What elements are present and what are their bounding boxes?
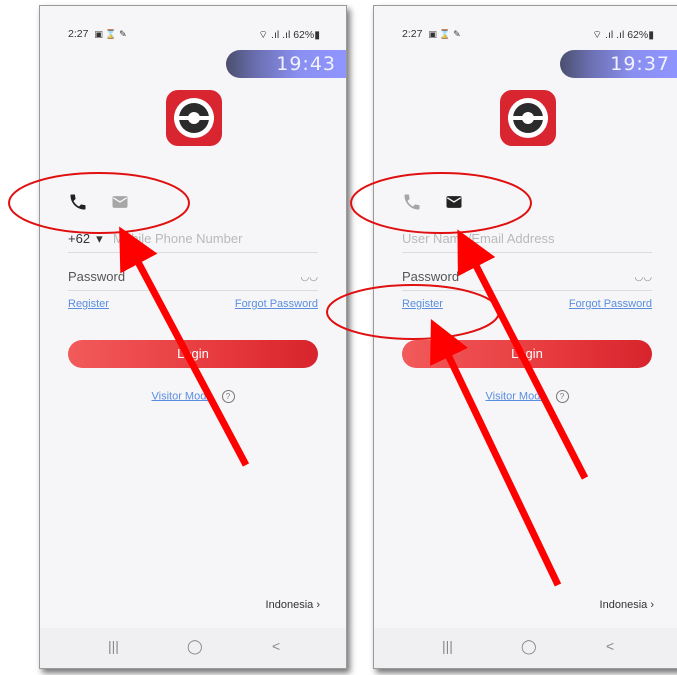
signal-icon: ⌔ .ıl .ıl — [258, 29, 294, 41]
mail-icon[interactable] — [444, 192, 464, 212]
password-field[interactable]: Password ◡◡ — [68, 264, 318, 291]
help-icon[interactable]: ? — [221, 390, 235, 403]
register-link[interactable]: Register — [402, 298, 443, 310]
status-time: 2:27 — [402, 28, 423, 40]
back-button[interactable]: < — [606, 638, 614, 654]
phone-icon[interactable] — [402, 192, 422, 212]
login-button[interactable]: Login — [402, 340, 652, 368]
forgot-password-link[interactable]: Forgot Password — [235, 298, 318, 310]
country-code[interactable]: +62 — [68, 231, 90, 246]
eye-closed-icon[interactable]: ◡◡ — [301, 272, 318, 283]
username-input[interactable]: User Name/Email Address — [402, 231, 554, 246]
status-bar-left: 2:27 ▣ ⌛ ✎ — [68, 28, 127, 40]
battery-percent: 62% — [627, 29, 649, 41]
notification-icons: ▣ ⌛ ✎ — [94, 29, 127, 39]
chevron-right-icon: › — [650, 599, 654, 611]
region-selector[interactable]: Indonesia › — [266, 599, 320, 611]
visitor-mode[interactable]: Visitor Mode ? — [374, 390, 677, 403]
recent-apps-button[interactable]: ||| — [442, 638, 453, 654]
notification-icons: ▣ ⌛ ✎ — [428, 29, 461, 39]
home-button[interactable]: ◯ — [521, 638, 537, 655]
forgot-password-link[interactable]: Forgot Password — [569, 298, 652, 310]
region-label: Indonesia — [599, 599, 648, 611]
status-time: 2:27 — [68, 28, 89, 40]
recent-apps-button[interactable]: ||| — [108, 638, 119, 654]
chevron-right-icon: › — [316, 599, 320, 611]
register-link[interactable]: Register — [68, 298, 109, 310]
home-button[interactable]: ◯ — [187, 638, 203, 655]
username-field[interactable]: User Name/Email Address — [402, 226, 652, 253]
password-input[interactable]: Password — [68, 269, 125, 284]
system-navbar: ||| ◯ < — [374, 628, 677, 668]
eye-closed-icon[interactable]: ◡◡ — [635, 272, 652, 283]
battery-percent: 62% — [293, 29, 315, 41]
phone-number-field[interactable]: +62 ▾ Mobile Phone Number — [68, 226, 318, 253]
status-bar-right: 2:27 ▣ ⌛ ✎ — [402, 28, 461, 40]
region-selector[interactable]: Indonesia › — [600, 599, 654, 611]
region-label: Indonesia — [265, 599, 314, 611]
help-icon[interactable]: ? — [555, 390, 569, 403]
app-logo — [166, 90, 222, 146]
battery-icon: ▮ — [314, 29, 320, 41]
signal-icon: ⌔ .ıl .ıl — [592, 29, 628, 41]
phone-screen-left: 2:27 ▣ ⌛ ✎ ⌔ .ıl .ıl 62%▮ 19:43 +62 ▾ Mob… — [39, 5, 347, 669]
floating-clock: 19:43 — [226, 50, 346, 78]
password-input[interactable]: Password — [402, 269, 459, 284]
phone-number-input[interactable]: Mobile Phone Number — [113, 231, 242, 246]
visitor-mode-link[interactable]: Visitor Mode — [152, 390, 213, 402]
battery-icon: ▮ — [648, 29, 654, 41]
visitor-mode-link[interactable]: Visitor Mode — [486, 390, 547, 402]
app-logo — [500, 90, 556, 146]
status-indicators: ⌔ .ıl .ıl 62%▮ — [258, 28, 320, 42]
login-button[interactable]: Login — [68, 340, 318, 368]
phone-screen-right: 2:27 ▣ ⌛ ✎ ⌔ .ıl .ıl 62%▮ 19:37 User Nam… — [373, 5, 677, 669]
back-button[interactable]: < — [272, 638, 280, 654]
visitor-mode[interactable]: Visitor Mode ? — [40, 390, 346, 403]
status-indicators: ⌔ .ıl .ıl 62%▮ — [592, 28, 654, 42]
system-navbar: ||| ◯ < — [40, 628, 346, 668]
mail-icon[interactable] — [110, 192, 130, 212]
chevron-down-icon: ▾ — [96, 231, 103, 246]
floating-clock: 19:37 — [560, 50, 677, 78]
phone-icon[interactable] — [68, 192, 88, 212]
password-field[interactable]: Password ◡◡ — [402, 264, 652, 291]
